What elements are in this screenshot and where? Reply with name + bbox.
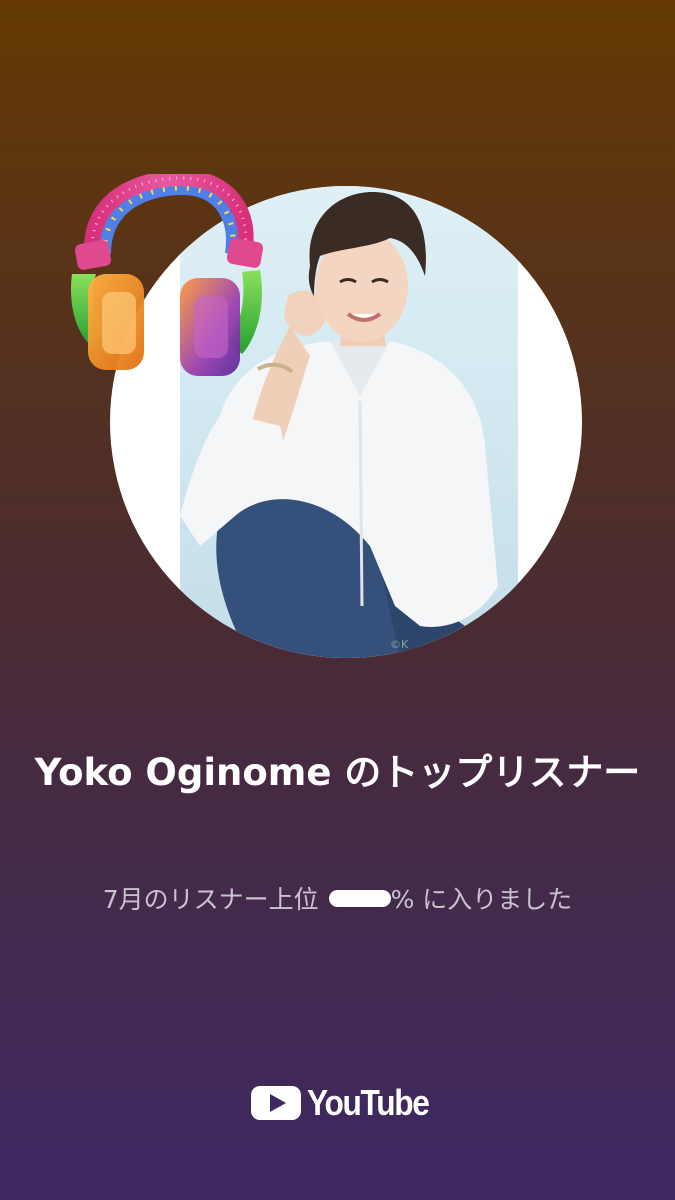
top-listener-card: ©K Yoko Oginome のトップリスナー 7月のリスナー上位 % に入り… bbox=[0, 0, 675, 1200]
listener-rank-text: 7月のリスナー上位 % に入りました bbox=[80, 882, 595, 918]
youtube-play-icon bbox=[251, 1086, 301, 1120]
redacted-percentage bbox=[328, 890, 391, 907]
rank-prefix: 7月のリスナー上位 bbox=[102, 885, 319, 914]
photo-credit: ©K bbox=[390, 638, 409, 651]
page-title: Yoko Oginome のトップリスナー bbox=[34, 751, 641, 794]
headphones-icon bbox=[70, 174, 264, 376]
youtube-wordmark: YouTube bbox=[307, 1082, 430, 1123]
youtube-logo: YouTube bbox=[251, 1080, 445, 1126]
rank-suffix: % に入りました bbox=[390, 885, 573, 914]
